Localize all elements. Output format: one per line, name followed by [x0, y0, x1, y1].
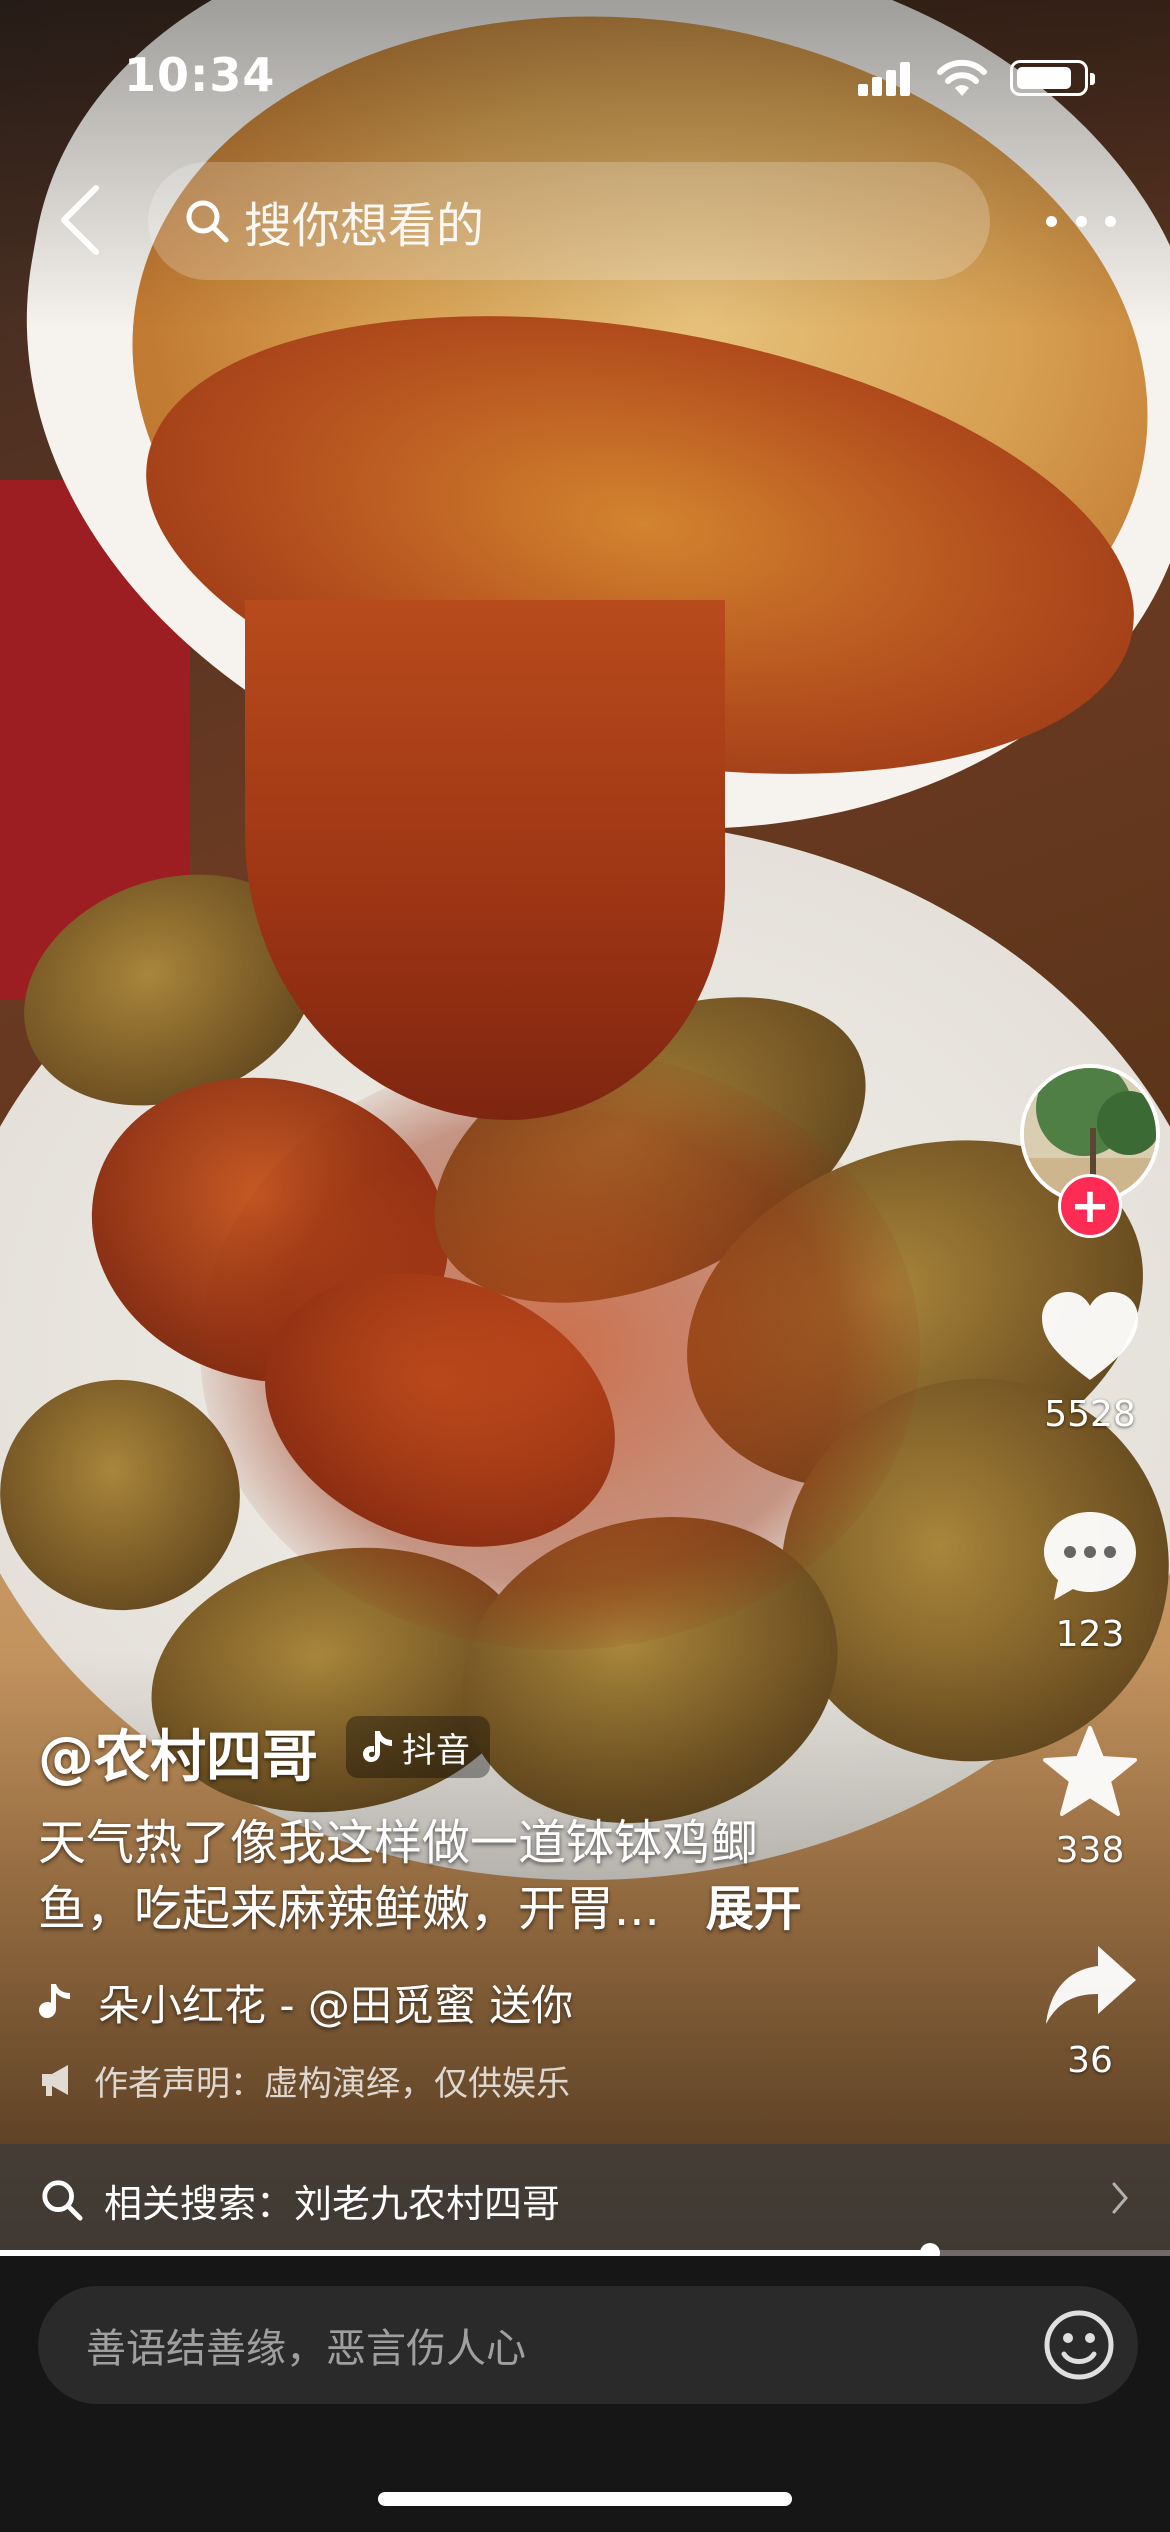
search-icon: [186, 200, 229, 243]
comment-button[interactable]: 123: [1010, 1508, 1170, 1655]
status-time: 10:34: [124, 48, 276, 102]
home-indicator[interactable]: [378, 2492, 792, 2506]
declaration-text: 作者声明：虚构演绎，仅供娱乐: [94, 2063, 570, 2104]
follow-button[interactable]: +: [1058, 1174, 1122, 1238]
caption-line-2-wrap: 鱼，吃起来麻辣鲜嫩，开胃... 展开: [38, 1876, 898, 1942]
music-note-icon: [39, 1984, 70, 2018]
video-caption[interactable]: 天气热了像我这样做一道钵钵鸡鲫 鱼，吃起来麻辣鲜嫩，开胃... 展开: [38, 1810, 898, 1942]
like-count: 5528: [1044, 1394, 1136, 1435]
cellular-signal-icon: [858, 62, 912, 96]
battery-icon: [1010, 60, 1095, 96]
chili-glaze: [200, 1050, 920, 1650]
search-placeholder: 搜你想看的: [244, 198, 485, 254]
author-name[interactable]: @农村四哥: [38, 1712, 318, 1793]
tiktok-logo-icon: [363, 1731, 392, 1762]
caption-line-1: 天气热了像我这样做一道钵钵鸡鲫: [38, 1815, 759, 1871]
comment-count: 123: [1055, 1614, 1125, 1655]
like-button[interactable]: 5528: [1010, 1290, 1170, 1435]
comment-placeholder: 善语结善缘，恶言伤人心: [86, 2326, 526, 2372]
status-bar: 10:34: [0, 0, 1170, 150]
more-dots-icon: [1046, 215, 1057, 227]
favorite-button[interactable]: 338: [1010, 1724, 1170, 1871]
more-button[interactable]: [1036, 186, 1126, 256]
battery-level: [1017, 67, 1072, 89]
comment-bar: 善语结善缘，恶言伤人心: [0, 2256, 1170, 2532]
platform-badge-label: 抖音: [402, 1730, 470, 1771]
megaphone-icon: [42, 2065, 68, 2096]
emoji-icon[interactable]: [1042, 2308, 1116, 2382]
comment-bubble-icon: [1044, 1512, 1136, 1600]
wifi-icon: [937, 59, 987, 96]
platform-badge[interactable]: 抖音: [346, 1716, 490, 1778]
music-info[interactable]: 朵小红花 - @田觅蜜 送你: [38, 1970, 638, 2034]
back-arrow-icon: [61, 185, 99, 255]
search-icon: [42, 2180, 83, 2221]
comment-input[interactable]: 善语结善缘，恶言伤人心: [38, 2286, 1138, 2404]
favorite-count: 338: [1055, 1830, 1125, 1871]
related-search-text: 相关搜索：刘老九农村四哥: [104, 2181, 561, 2226]
plus-icon: +: [1069, 1178, 1111, 1234]
heart-icon: [1042, 1292, 1138, 1380]
music-title: 朵小红花 - @田觅蜜 送你: [98, 1980, 574, 2030]
share-arrow-icon: [1046, 1946, 1136, 2024]
caption-line-2: 鱼，吃起来麻辣鲜嫩，开胃...: [38, 1881, 660, 1937]
share-count: 36: [1067, 2040, 1113, 2081]
chevron-right-icon: [1112, 2182, 1128, 2214]
star-icon: [1043, 1726, 1137, 1816]
back-button[interactable]: [40, 170, 120, 270]
more-dot: [1105, 215, 1116, 227]
search-input[interactable]: 搜你想看的: [148, 162, 990, 280]
expand-button[interactable]: 展开: [706, 1881, 802, 1937]
more-dot: [1075, 215, 1087, 227]
author-declaration: 作者声明：虚构演绎，仅供娱乐: [38, 2052, 570, 2108]
related-search-bar[interactable]: 相关搜索：刘老九农村四哥: [0, 2144, 1170, 2256]
share-button[interactable]: 36: [1010, 1940, 1170, 2081]
